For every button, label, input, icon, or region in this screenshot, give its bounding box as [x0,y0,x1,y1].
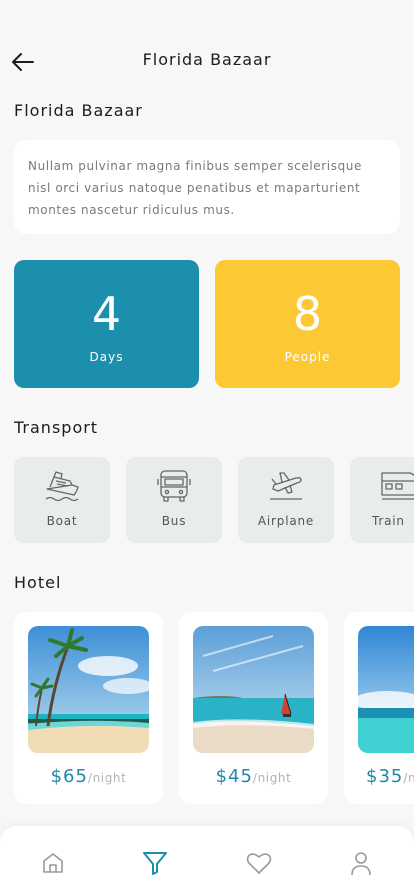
airplane-icon [270,472,302,500]
nav-favorites[interactable] [244,848,274,878]
transport-item-boat[interactable]: Boat [14,457,110,543]
price-unit: /night [87,771,127,785]
bottom-nav [0,826,414,896]
hotel-price: $65/night [14,766,163,787]
profile-icon [351,852,371,876]
price-amount: $65 [50,766,88,787]
people-value: 8 [292,287,323,341]
hotel-card[interactable]: $45/night [179,612,328,804]
transport-item-bus[interactable]: Bus [126,457,222,543]
people-label: People [284,350,331,364]
price-unit: /night [252,771,292,785]
hotel-card[interactable]: $35/night [344,612,414,804]
page-title: Florida Bazaar [142,50,272,69]
transport-list[interactable]: Boat Bus Airplane Train [14,457,414,543]
hotel-list[interactable]: $65/night $45/night $35/n [14,612,414,804]
nav-filter[interactable] [140,848,170,878]
description-text: Nullam pulvinar magna finibus semper sce… [28,159,362,217]
transport-label: Boat [46,514,78,528]
train-icon [381,472,414,500]
filter-icon [143,852,167,875]
bus-icon [157,470,191,502]
nav-profile[interactable] [346,848,376,878]
hotel-price: $35/night [366,766,414,787]
destination-title: Florida Bazaar [14,101,143,120]
price-amount: $35 [366,766,404,787]
transport-label: Train [372,514,405,528]
price-unit: /night [403,771,414,785]
hotel-image [193,626,314,753]
hotel-price: $45/night [179,766,328,787]
transport-title: Transport [14,418,99,437]
nav-home[interactable] [38,848,68,878]
days-value: 4 [91,287,122,341]
transport-label: Bus [161,514,187,528]
people-card: 8 People [215,260,400,388]
price-amount: $45 [215,766,253,787]
home-icon [43,853,63,873]
hotel-image [358,626,414,753]
hotel-card[interactable]: $65/night [14,612,163,804]
header: Florida Bazaar [0,40,414,80]
heart-icon [246,853,272,874]
transport-item-train[interactable]: Train [350,457,414,543]
days-card: 4 Days [14,260,199,388]
boat-icon [45,471,79,502]
hotel-image [28,626,149,753]
days-label: Days [89,350,124,364]
transport-label: Airplane [257,514,315,528]
description-card: Nullam pulvinar magna finibus semper sce… [14,140,400,234]
hotel-title: Hotel [14,573,62,592]
transport-item-airplane[interactable]: Airplane [238,457,334,543]
